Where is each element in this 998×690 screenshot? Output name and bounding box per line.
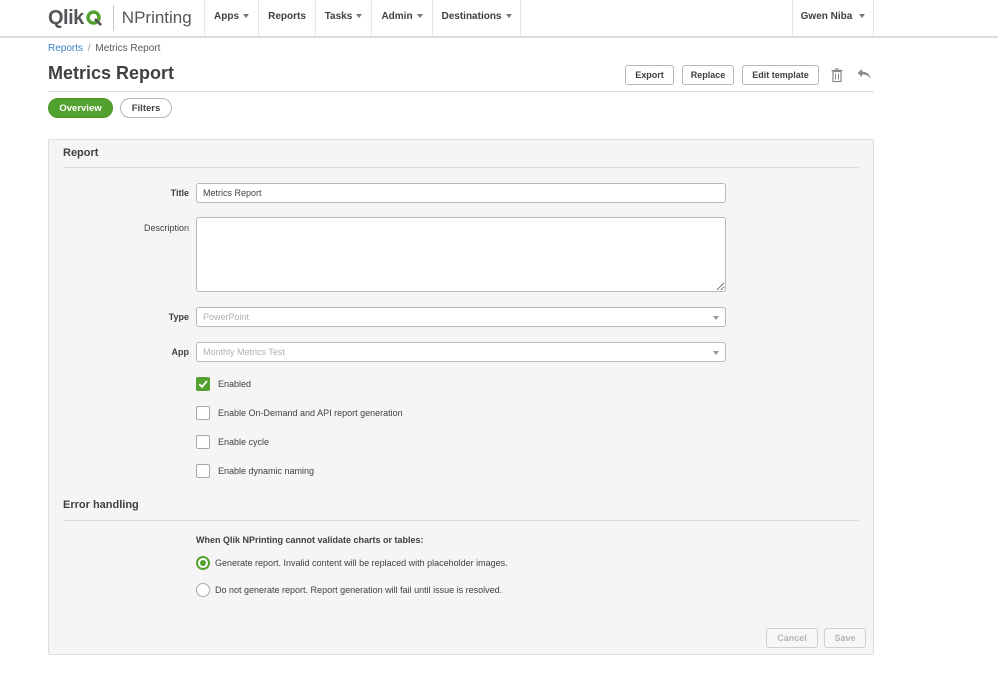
error-handling-heading: Error handling	[63, 499, 139, 511]
breadcrumb-current: Metrics Report	[95, 43, 161, 54]
section-divider	[63, 520, 859, 521]
nav-reports-label: Reports	[268, 11, 306, 22]
qlik-nprinting-logo[interactable]: Qlik NPrinting	[48, 5, 192, 31]
enable-cycle-label: Enable cycle	[218, 437, 270, 447]
header-divider	[48, 91, 874, 92]
do-not-generate-radio[interactable]	[196, 583, 210, 597]
report-settings-panel: Report Title Description Type PowerPoint…	[48, 139, 874, 655]
description-textarea[interactable]	[196, 217, 726, 292]
nav-destinations[interactable]: Destinations	[433, 0, 520, 36]
nav-reports[interactable]: Reports	[259, 0, 315, 36]
nav-divider	[873, 0, 874, 36]
product-name: NPrinting	[121, 8, 192, 27]
brand-name: Qlik	[48, 6, 84, 29]
type-select-value: PowerPoint	[203, 312, 250, 322]
do-not-generate-label: Do not generate report. Report generatio…	[215, 585, 503, 595]
dynamic-naming-label: Enable dynamic naming	[218, 466, 315, 476]
cancel-button[interactable]: Cancel	[766, 628, 818, 648]
on-demand-label: Enable On-Demand and API report generati…	[218, 408, 403, 418]
trash-icon[interactable]	[829, 67, 845, 83]
nav-apps-label: Apps	[214, 11, 239, 22]
page-title: Metrics Report	[48, 63, 175, 83]
save-button[interactable]: Save	[824, 628, 866, 648]
breadcrumb-reports-link[interactable]: Reports	[48, 43, 83, 54]
chevron-down-icon	[713, 316, 719, 320]
enable-cycle-checkbox[interactable]	[196, 435, 210, 449]
breadcrumb: Reports / Metrics Report	[48, 43, 160, 54]
chevron-down-icon	[859, 14, 866, 19]
report-section-heading: Report	[63, 147, 99, 159]
title-input[interactable]	[196, 183, 726, 203]
on-demand-checkbox[interactable]	[196, 406, 210, 420]
nav-tasks[interactable]: Tasks	[316, 0, 371, 36]
description-label: Description	[143, 223, 189, 233]
nav-tasks-label: Tasks	[324, 11, 353, 22]
type-select[interactable]: PowerPoint	[196, 307, 726, 327]
tab-filters[interactable]: Filters	[120, 98, 172, 118]
enabled-checkbox[interactable]	[196, 377, 210, 391]
user-menu[interactable]: Gwen Niba	[793, 0, 873, 36]
chevron-down-icon	[243, 14, 249, 19]
qlik-logo: Qlik	[48, 7, 103, 30]
nav-divider	[520, 0, 521, 36]
chevron-down-icon	[505, 14, 512, 19]
generate-report-radio[interactable]	[196, 556, 210, 570]
app-label: App	[171, 347, 190, 357]
type-label: Type	[168, 312, 189, 322]
qlik-q-icon	[86, 10, 102, 26]
app-select[interactable]: Monthly Metrics Test	[196, 342, 726, 362]
logo-divider	[112, 5, 114, 31]
error-handling-question: When Qlik NPrinting cannot validate char…	[196, 535, 424, 545]
edit-template-button[interactable]: Edit template	[742, 65, 819, 85]
dynamic-naming-checkbox[interactable]	[196, 464, 210, 478]
breadcrumb-separator: /	[87, 43, 91, 54]
app-select-value: Monthly Metrics Test	[203, 347, 285, 357]
nav-admin[interactable]: Admin	[372, 0, 432, 36]
user-name: Gwen Niba	[800, 11, 853, 22]
chevron-down-icon	[356, 14, 363, 19]
nav-admin-label: Admin	[381, 11, 413, 22]
section-divider	[63, 167, 859, 168]
top-navigation-bar: Qlik NPrinting Apps Reports Tasks Admin …	[0, 0, 998, 38]
chevron-down-icon	[416, 14, 423, 19]
enabled-label: Enabled	[218, 379, 252, 389]
nav-apps[interactable]: Apps	[205, 0, 258, 36]
checkmark-icon	[198, 380, 208, 389]
export-button[interactable]: Export	[625, 65, 674, 85]
title-label: Title	[170, 188, 189, 198]
replace-button[interactable]: Replace	[682, 65, 734, 85]
nav-destinations-label: Destinations	[441, 11, 502, 22]
tab-overview[interactable]: Overview	[48, 98, 113, 118]
generate-report-label: Generate report. Invalid content will be…	[215, 558, 508, 568]
chevron-down-icon	[713, 351, 719, 355]
reply-arrow-icon[interactable]	[856, 66, 872, 82]
